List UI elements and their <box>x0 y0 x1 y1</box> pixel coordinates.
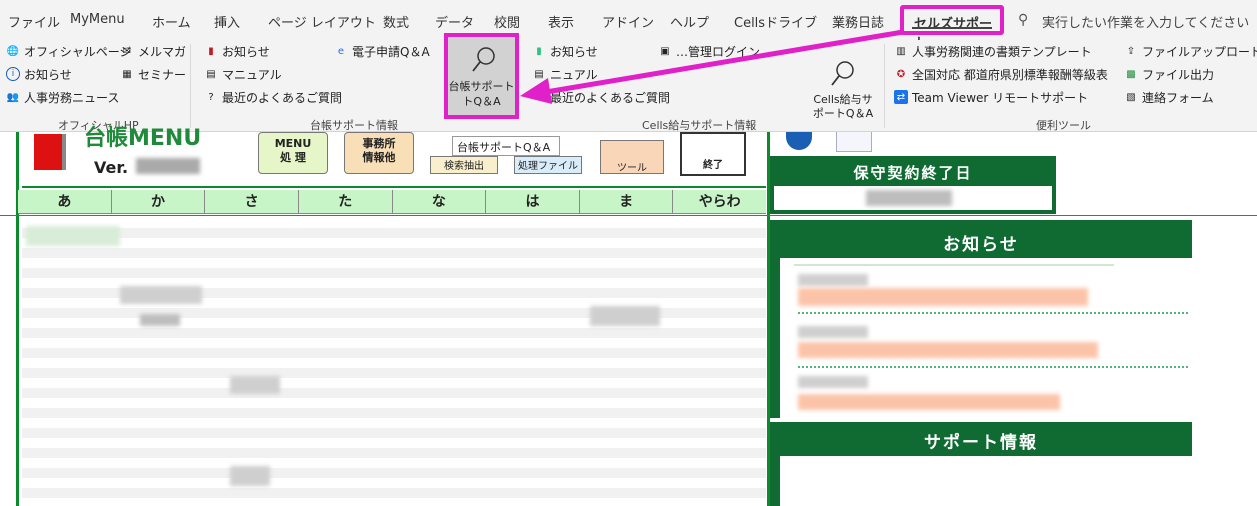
annotation-arrow <box>520 29 904 104</box>
